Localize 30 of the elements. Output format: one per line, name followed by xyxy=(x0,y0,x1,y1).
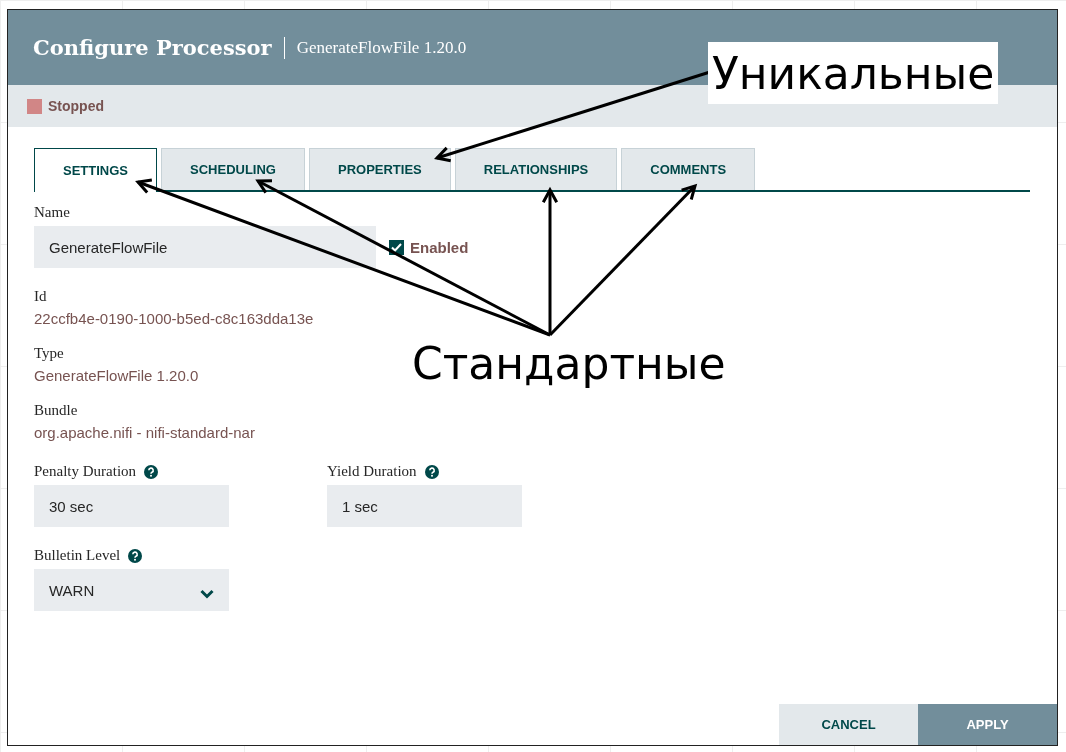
level-select[interactable]: WARN xyxy=(34,569,229,611)
duration-input[interactable]: 30 sec xyxy=(34,485,229,527)
field-label: Bundle xyxy=(34,402,78,419)
status-label: Stopped xyxy=(48,98,104,114)
dialog-title: Configure Processor xyxy=(33,35,272,60)
tab[interactable]: COMMENTS xyxy=(621,148,756,190)
field-label: Bulletin Level xyxy=(34,547,121,564)
help-icon[interactable] xyxy=(424,464,439,479)
tab[interactable]: PROPERTIES xyxy=(308,148,451,190)
help-icon[interactable] xyxy=(144,464,159,479)
field-label: Yield Duration xyxy=(327,463,417,480)
cancel-button[interactable]: CANCEL xyxy=(779,704,918,745)
field-value: GenerateFlowFile 1.20.0 xyxy=(34,367,200,384)
field-label: Penalty Duration xyxy=(34,463,137,480)
tab[interactable]: SETTINGS xyxy=(34,148,157,192)
field-label: Name xyxy=(34,204,70,221)
tab[interactable]: SCHEDULING xyxy=(161,148,305,190)
field-label: Type xyxy=(34,345,64,362)
field-value: org.apache.nifi - nifi-standard-nar xyxy=(34,424,256,441)
name-input[interactable]: GenerateFlowFile xyxy=(34,226,376,268)
dialog-subtitle: GenerateFlowFile 1.20.0 xyxy=(296,37,467,58)
field-label: Id xyxy=(34,288,47,305)
checkbox-label: Enabled xyxy=(410,238,469,256)
tab[interactable]: RELATIONSHIPS xyxy=(454,148,618,190)
field-value: 22ccfb4e-0190-1000-b5ed-c8c163dda13e xyxy=(34,310,315,327)
duration-input[interactable]: 1 sec xyxy=(327,485,522,527)
help-icon[interactable] xyxy=(128,548,143,563)
annotation-label: Стандартные xyxy=(412,338,726,389)
chevron-down-icon xyxy=(200,589,214,599)
annotation-label: Уникальные xyxy=(708,42,999,104)
